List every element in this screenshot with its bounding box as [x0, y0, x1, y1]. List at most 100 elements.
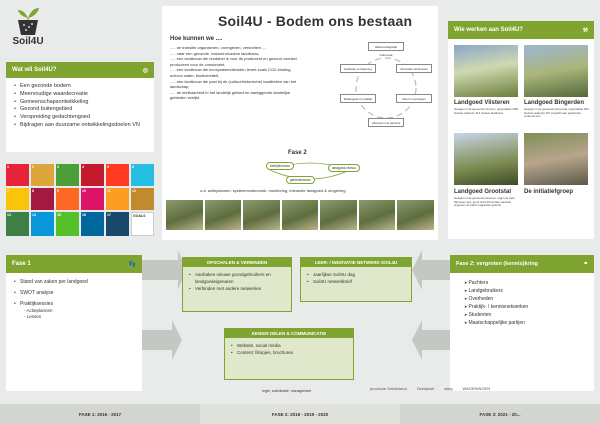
fase1-header: Fase 1 👣: [6, 255, 142, 273]
sdg-tile: 1: [6, 164, 29, 186]
opschalen-header: OPSCHALEN & VERBINDEN: [183, 258, 291, 267]
kennis-box: KENNIS DELEN & COMMUNICATIE Website, soc…: [224, 328, 354, 380]
left-flow-arrows: [142, 250, 186, 360]
field-photo: [243, 200, 280, 230]
hoe-list: ..... de transitie organiseren, vormgeve…: [170, 45, 322, 101]
level-label: landgoed-niveau: [328, 164, 360, 172]
leer-box: LEER- / INNOVATIE NETWERK SOIL4U Jaarlij…: [300, 257, 412, 302]
sdg-tile: 5: [106, 164, 129, 186]
funder-logo: Overijssel: [416, 386, 435, 391]
funder-logos: provincie Gelderland Overijssel wing WAG…: [370, 386, 490, 391]
fase1-panel: Fase 1 👣 Stand van zaken per landgoed SW…: [6, 255, 142, 391]
cycle-step: Informatie verzamelen: [396, 64, 432, 73]
grootstal-photo: [454, 133, 518, 185]
vilsteren-photo: [454, 45, 518, 97]
field-photo: [166, 200, 203, 230]
kennis-item: Website, social media: [231, 342, 347, 349]
sdg-tile: 3: [56, 164, 79, 186]
sdg-tile: 11: [106, 188, 129, 210]
fase1-subitem: - Lessen: [24, 314, 42, 319]
field-photo: [281, 200, 319, 230]
fase1-title: Fase 1: [12, 261, 31, 267]
funder-logo: WAGENINGEN: [462, 386, 491, 391]
wat-wil-header: Wat wil Soil4U? ◎: [6, 62, 154, 78]
sdg-tile: 12: [131, 188, 154, 210]
opschalen-item: Verbinden met andere netwerken: [189, 285, 285, 292]
wie-header: Wie werken aan Soil4U? ⚒: [448, 21, 594, 39]
wat-wil-item: Verspreiding gedachtengoed: [14, 114, 146, 122]
regie-text: regie, coördinatie, management: [262, 389, 312, 393]
fase2-caption: o.a. actieplannen, systeemonderzoek, mon…: [200, 188, 346, 193]
sdg-tile: 13: [6, 212, 29, 236]
sdg-tile: 17: [106, 212, 129, 236]
sdg-tile: 6: [131, 164, 154, 186]
kring-item: Praktijk- / kennisnetwerken: [464, 303, 586, 311]
wat-wil-item: Gezond buitengebied: [14, 106, 146, 114]
poster-title: Soil4U - Bodem ons bestaan: [218, 13, 413, 29]
card-name: De initiatiefgroep: [524, 189, 574, 195]
kennis-item: Content: filmpjes, brochures: [231, 349, 347, 356]
sdg-grid: 1 2 3 4 5 6 7 8 9 10 11 12 13 14 15 16 17 GOALS: [6, 164, 154, 236]
sdg-tile: 2: [31, 164, 54, 186]
photo-strip: [166, 200, 435, 230]
timeline: FASE 1: 2016 - 2017 FASE 2: 2018 - 2019 …: [0, 404, 600, 424]
cycle-step: Uitvoeren met partners: [368, 118, 404, 127]
sdg-tile: GOALS: [131, 212, 154, 236]
leer-item: Jaarlijkse Soil4U dag: [307, 271, 405, 278]
level-label: gebiedsniveau: [286, 176, 315, 184]
sdg-tile: 14: [31, 212, 54, 236]
brand-name: Soil4U: [12, 36, 44, 47]
wat-wil-item: Meervoudige waardecreatie: [14, 91, 146, 99]
bingerden-photo: [524, 45, 588, 97]
card-name: Landgoed Grootstal: [454, 189, 511, 195]
cycle-step: Wetenschappelijk onderzoek: [368, 42, 404, 57]
sdg-tile: 16: [81, 212, 104, 236]
card-name: Landgoed Bingerden: [524, 100, 584, 106]
wat-wil-item: Een gezonde bodem: [14, 83, 146, 91]
footsteps-icon: 👣: [128, 261, 136, 268]
shovel-icon: ⚒: [582, 27, 588, 34]
sdg-tile: 15: [56, 212, 79, 236]
fase1-item: Praktijksessies: [14, 301, 134, 308]
card-desc: Gelegen in de gemeente Zevenaar, oppervl…: [524, 107, 589, 118]
cycle-step: Maatregelen in praktijk: [340, 94, 376, 103]
cycle-diagram: Wetenschappelijk onderzoek Informatie ve…: [340, 42, 432, 132]
leer-header: LEER- / INNOVATIE NETWERK SOIL4U: [301, 258, 411, 267]
target-icon: ◎: [142, 67, 148, 74]
fase2-kring-header: Fase 2: vergroten (kennis)kring ⚭: [450, 255, 594, 273]
level-label: bedrijfsniveau: [266, 162, 294, 170]
card-name: Landgoed Vilsteren: [454, 100, 510, 106]
leer-item: Soil4U netwerkbrief: [307, 278, 405, 285]
wat-wil-panel: Wat wil Soil4U? ◎ Een gezonde bodem Meer…: [6, 62, 154, 152]
network-icon: ⚭: [583, 261, 588, 267]
kennis-header: KENNIS DELEN & COMMUNICATIE: [225, 329, 353, 338]
wat-wil-item: Bijdragen aan duurzame ontwikkelingsdoel…: [14, 122, 146, 130]
cycle-step: Meer in overtuigen: [396, 94, 432, 103]
timeline-phase: FASE 1: 2016 - 2017: [0, 404, 200, 424]
sdg-tile: 4: [81, 164, 104, 186]
center-panel: Soil4U - Bodem ons bestaan Hoe kunnen we…: [162, 6, 438, 240]
fase1-item: SWOT analyse: [14, 290, 134, 297]
kring-item: Landgebruikers: [464, 287, 586, 295]
wat-wil-title: Wat wil Soil4U?: [12, 67, 57, 73]
timeline-phase: FASE 3: 2021 - 20...: [400, 404, 600, 424]
wie-title: Wie werken aan Soil4U?: [454, 27, 523, 33]
fase2-heading: Fase 2: [288, 150, 307, 156]
sdg-tile: 10: [81, 188, 104, 210]
plant-pot-icon: [18, 8, 39, 35]
fase2-kring-panel: Fase 2: vergroten (kennis)kring ⚭ Pachte…: [450, 255, 594, 391]
timeline-phase: FASE 2: 2018 - 2019 - 2020: [200, 404, 400, 424]
kring-item: Maatschappelijke partijen: [464, 319, 586, 327]
sdg-tile: 7: [6, 188, 29, 210]
opschalen-item: Aanhaken nieuwe grondgebruikers en landg…: [189, 271, 285, 285]
funder-logo: wing: [444, 386, 453, 391]
funder-logo: provincie Gelderland: [370, 386, 407, 391]
kring-item: Pachters: [464, 279, 586, 287]
initiatiefgroep-photo: [524, 133, 588, 185]
wie-panel: Wie werken aan Soil4U? ⚒ Landgoed Vilste…: [448, 21, 594, 239]
right-flow-arrows: [412, 250, 452, 360]
soil4u-logo: Soil4U: [6, 4, 50, 58]
kring-item: Studenten: [464, 311, 586, 319]
sdg-tile: 9: [56, 188, 79, 210]
cycle-step: Evaluatie en bijsturing: [340, 64, 376, 73]
